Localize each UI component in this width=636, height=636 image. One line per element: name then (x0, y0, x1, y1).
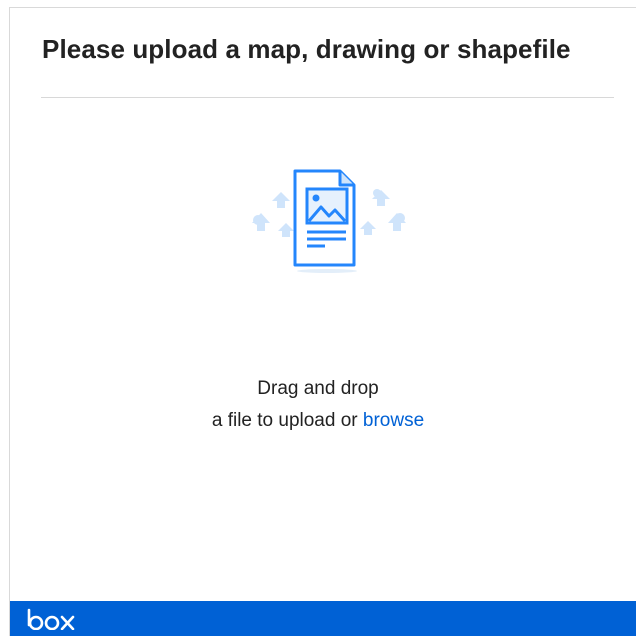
page-title: Please upload a map, drawing or shapefil… (42, 34, 571, 64)
drag-drop-text: Drag and drop (257, 378, 379, 399)
upload-instruction-prefix: a file to upload or (211, 410, 363, 431)
footer-bar: box (10, 601, 636, 636)
box-logo[interactable]: box (27, 608, 77, 630)
upload-instruction: a file to upload or browse (0, 410, 636, 432)
browse-link[interactable]: browse (363, 410, 424, 431)
upload-document-icon (252, 169, 406, 273)
